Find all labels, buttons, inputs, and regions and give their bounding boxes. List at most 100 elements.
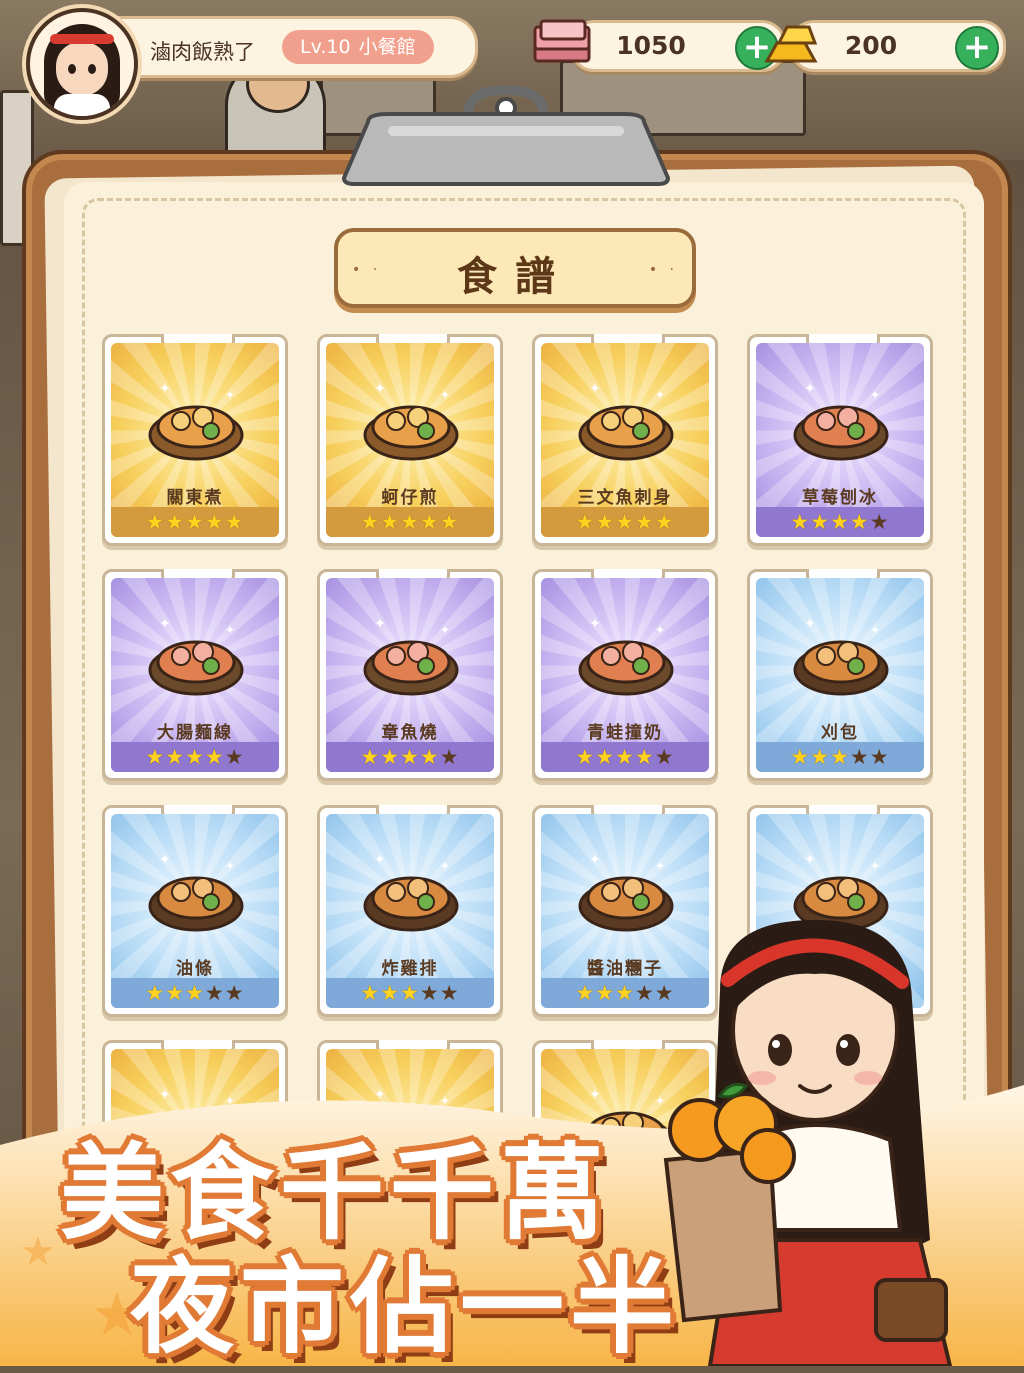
svg-text:✦: ✦ — [159, 616, 171, 632]
recipe-card[interactable]: ✦ ✦ 三文魚刺身 ★★★★★ — [532, 334, 718, 546]
recipe-name: 青蛙撞奶 — [587, 723, 663, 743]
recipe-star-rating: ★★★★★ — [111, 978, 279, 1008]
gold-value: 200 — [844, 31, 898, 60]
recipe-card[interactable]: ✦ ✦ 蚵仔煎 ★★★★★ — [317, 334, 503, 546]
star-filled-icon: ★ — [204, 745, 225, 769]
recipe-name: 刈包 — [821, 723, 859, 743]
svg-text:★: ★ — [20, 1229, 56, 1275]
star-filled-icon: ★ — [380, 510, 401, 534]
svg-text:✦: ✦ — [159, 852, 171, 868]
level-badge: Lv.10 小餐館 — [282, 30, 434, 64]
star-filled-icon: ★ — [419, 745, 440, 769]
recipe-name: 炸雞排 — [381, 959, 439, 979]
star-filled-icon: ★ — [419, 510, 440, 534]
star-filled-icon: ★ — [615, 745, 635, 769]
star-filled-icon: ★ — [830, 510, 850, 534]
star-filled-icon: ★ — [790, 745, 811, 769]
card-background: ✦ ✦ 刈包 ★★★★★ — [756, 578, 924, 772]
svg-text:✦: ✦ — [655, 388, 665, 402]
star-filled-icon: ★ — [634, 510, 655, 534]
svg-text:✦: ✦ — [374, 852, 386, 868]
svg-text:✦: ✦ — [655, 859, 665, 873]
star-filled-icon: ★ — [615, 510, 635, 534]
star-filled-icon: ★ — [360, 745, 381, 769]
star-filled-icon: ★ — [575, 981, 596, 1005]
star-filled-icon: ★ — [185, 745, 205, 769]
recipe-card[interactable]: ✦ ✦ 大腸麵線 ★★★★★ — [102, 569, 288, 781]
svg-text:✦: ✦ — [225, 623, 235, 637]
shop-title: 小餐館 — [358, 36, 416, 58]
strawberry-shaved-ice-icon: ✦ ✦ — [793, 381, 889, 461]
svg-text:✦: ✦ — [804, 852, 816, 868]
recipe-star-rating: ★★★★★ — [326, 507, 494, 537]
intestine-noodles-icon: ✦ ✦ — [148, 616, 244, 696]
star-filled-icon: ★ — [615, 981, 635, 1005]
svg-text:✦: ✦ — [374, 381, 386, 397]
bubble-milk-tea-icon: ✦ ✦ — [578, 616, 674, 696]
card-background: ✦ ✦ 油條 ★★★★★ — [111, 814, 279, 1008]
recipe-star-rating: ★★★★★ — [756, 507, 924, 537]
star-empty-icon: ★ — [869, 745, 890, 769]
star-filled-icon: ★ — [595, 981, 616, 1005]
recipe-name: 蚵仔煎 — [381, 488, 439, 508]
salmon-sashimi-icon: ✦ ✦ — [578, 381, 674, 461]
recipe-card[interactable]: ✦ ✦ 油條 ★★★★★ — [102, 805, 288, 1017]
recipe-star-rating: ★★★★★ — [111, 742, 279, 772]
cash-counter: 1050 + — [533, 19, 786, 72]
add-gold-button[interactable]: + — [955, 26, 999, 70]
oden-icon: ✦ ✦ — [148, 381, 244, 461]
card-background: ✦ ✦ 關東煮 ★★★★★ — [111, 343, 279, 537]
svg-text:✦: ✦ — [589, 381, 601, 397]
card-background: ✦ ✦ 蚵仔煎 ★★★★★ — [326, 343, 494, 537]
svg-text:✦: ✦ — [870, 623, 880, 637]
star-filled-icon: ★ — [165, 745, 186, 769]
svg-text:✦: ✦ — [440, 859, 450, 873]
star-filled-icon: ★ — [634, 745, 655, 769]
svg-text:✦: ✦ — [374, 616, 386, 632]
recipe-name: 三文魚刺身 — [577, 488, 673, 508]
svg-text:✦: ✦ — [440, 388, 450, 402]
star-filled-icon: ★ — [654, 510, 675, 534]
star-empty-icon: ★ — [439, 745, 460, 769]
star-empty-icon: ★ — [439, 981, 460, 1005]
star-empty-icon: ★ — [869, 510, 890, 534]
star-filled-icon: ★ — [400, 981, 420, 1005]
star-filled-icon: ★ — [830, 745, 850, 769]
star-filled-icon: ★ — [145, 510, 166, 534]
player-name: 滷肉飯熟了 — [150, 40, 255, 64]
level-label: Lv.10 — [300, 36, 351, 58]
star-filled-icon: ★ — [849, 510, 870, 534]
recipe-card[interactable]: ✦ ✦ 刈包 ★★★★★ — [747, 569, 933, 781]
star-filled-icon: ★ — [145, 745, 166, 769]
recipe-card[interactable]: ✦ ✦ 章魚燒 ★★★★★ — [317, 569, 503, 781]
card-background: ✦ ✦ 章魚燒 ★★★★★ — [326, 578, 494, 772]
star-filled-icon: ★ — [439, 510, 460, 534]
recipe-card[interactable]: ✦ ✦ 青蛙撞奶 ★★★★★ — [532, 569, 718, 781]
svg-text:✦: ✦ — [225, 388, 235, 402]
recipe-card[interactable]: ✦ ✦ 關東煮 ★★★★★ — [102, 334, 288, 546]
star-filled-icon: ★ — [575, 745, 596, 769]
youtiao-icon: ✦ ✦ — [148, 852, 244, 932]
star-filled-icon: ★ — [204, 510, 225, 534]
star-filled-icon: ★ — [360, 981, 381, 1005]
recipe-card[interactable]: ✦ ✦ 草莓刨冰 ★★★★★ — [747, 334, 933, 546]
star-empty-icon: ★ — [419, 981, 440, 1005]
star-filled-icon: ★ — [224, 510, 245, 534]
star-empty-icon: ★ — [849, 745, 870, 769]
svg-text:✦: ✦ — [804, 381, 816, 397]
svg-text:✦: ✦ — [870, 859, 880, 873]
svg-text:✦: ✦ — [804, 616, 816, 632]
card-background: ✦ ✦ 青蛙撞奶 ★★★★★ — [541, 578, 709, 772]
promo-slogan-line2: 夜市佔一半 — [130, 1245, 681, 1368]
recipe-star-rating: ★★★★★ — [326, 742, 494, 772]
star-empty-icon: ★ — [654, 745, 675, 769]
recipe-star-rating: ★★★★★ — [756, 742, 924, 772]
recipe-card[interactable]: ✦ ✦ 炸雞排 ★★★★★ — [317, 805, 503, 1017]
star-filled-icon: ★ — [185, 981, 205, 1005]
recipe-name: 關東煮 — [166, 488, 224, 508]
star-filled-icon: ★ — [400, 510, 420, 534]
svg-text:✦: ✦ — [655, 623, 665, 637]
player-avatar[interactable] — [26, 8, 138, 120]
mascot-girl-illustration — [663, 920, 953, 1366]
cash-value: 1050 — [616, 31, 686, 60]
